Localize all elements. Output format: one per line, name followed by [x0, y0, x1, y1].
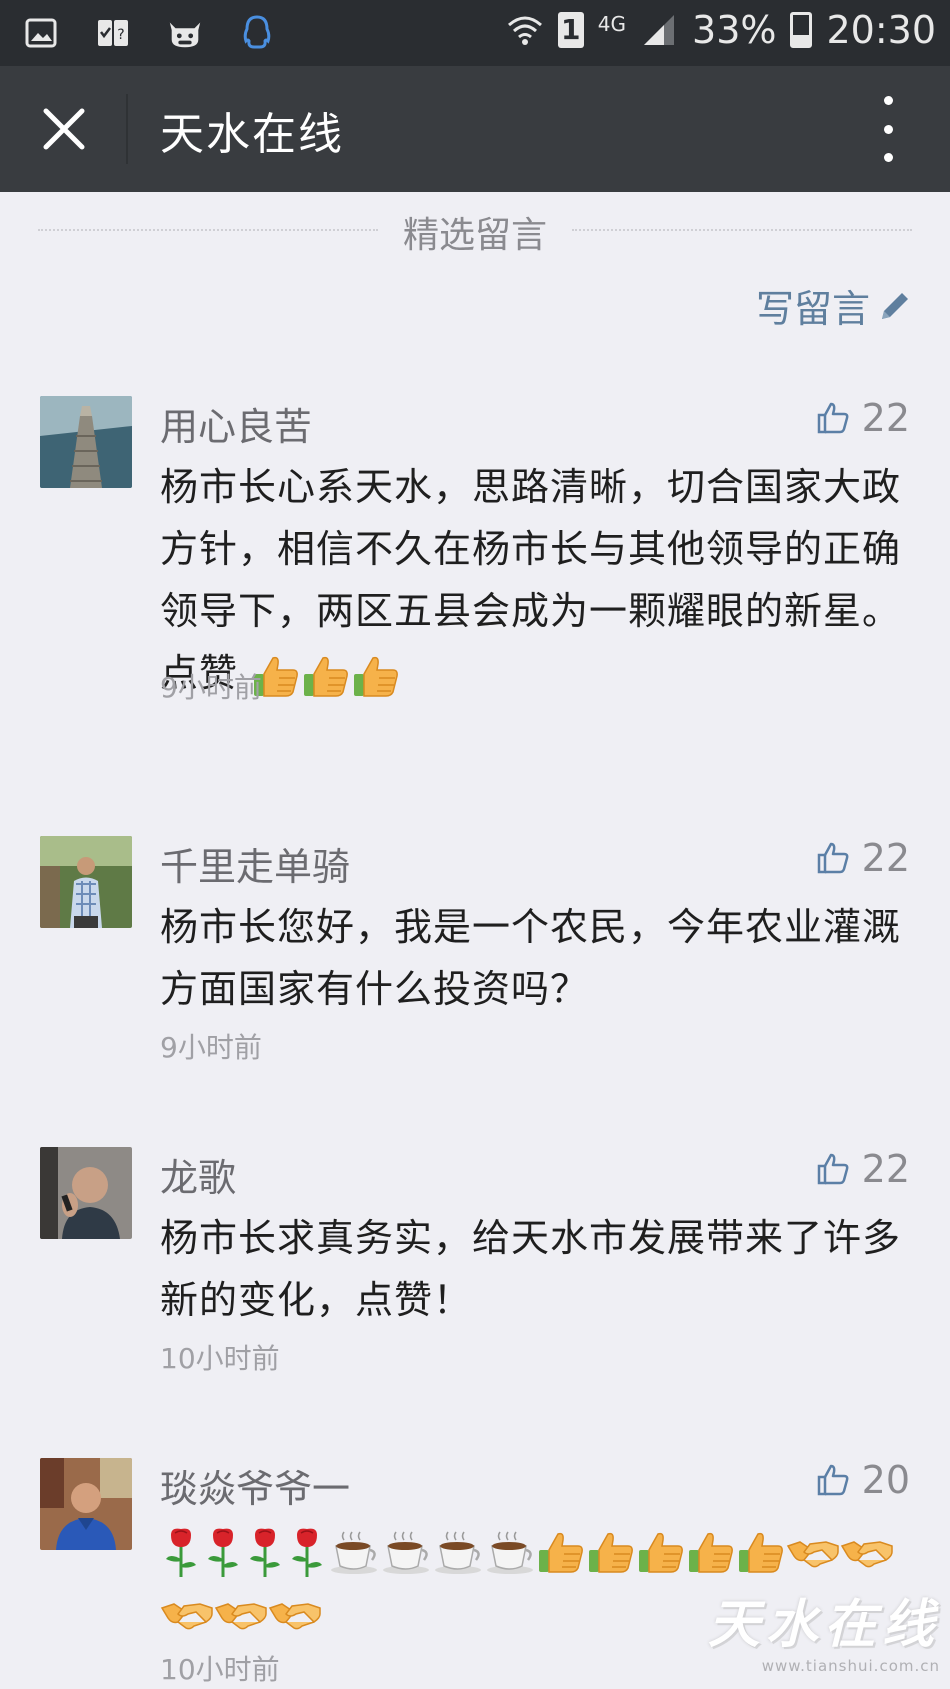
like-count: 22 [861, 396, 910, 440]
like-button[interactable]: 20 [816, 1458, 910, 1502]
commenter-name[interactable]: 琰焱爷爷一 [160, 1458, 350, 1513]
thumbs-up-emoji-icon [639, 1532, 683, 1573]
comment-body: 杨市长求真务实，给天水市发展带来了许多新的变化，点赞！ [160, 1216, 902, 1322]
close-button[interactable] [22, 92, 106, 166]
thumbs-up-emoji-icon [589, 1532, 633, 1573]
comment-time: 9小时前 [160, 671, 262, 704]
title-divider [126, 94, 128, 164]
comment-text: 杨市长求真务实，给天水市发展带来了许多新的变化，点赞！ [160, 1207, 910, 1331]
commenter-name[interactable]: 用心良苦 [160, 396, 312, 451]
avatar[interactable] [40, 1147, 132, 1239]
more-vertical-icon [883, 96, 893, 105]
qq-icon [238, 14, 276, 52]
comment-time: 9小时前 [160, 1031, 262, 1064]
thumbs-up-emoji-icon [739, 1532, 783, 1573]
rose-emoji-icon [166, 1528, 196, 1577]
emoji-row [251, 651, 401, 697]
thumbs-up-emoji-icon [354, 656, 399, 697]
coffee-emoji-icon [435, 1531, 481, 1574]
comment-text: 杨市长您好，我是一个农民，今年农业灌溉方面国家有什么投资吗？ [160, 896, 910, 1020]
svg-text:?: ? [117, 27, 124, 43]
close-icon [43, 108, 85, 150]
gallery-icon [22, 14, 60, 52]
comment-body: 杨市长您好，我是一个农民，今年农业灌溉方面国家有什么投资吗？ [160, 905, 902, 1011]
thumbs-up-outline-icon [817, 842, 849, 874]
like-count: 20 [861, 1458, 910, 1502]
handshake-emoji-icon [786, 1540, 839, 1567]
pencil-icon [882, 292, 908, 319]
network-type: 4G [597, 12, 627, 36]
like-button[interactable]: 22 [816, 836, 910, 880]
avatar[interactable] [40, 836, 132, 928]
rose-emoji-icon [292, 1528, 322, 1577]
clock: 20:30 [826, 8, 936, 52]
coffee-emoji-icon [331, 1531, 377, 1574]
divider-right [572, 229, 912, 231]
more-menu-button[interactable] [876, 96, 900, 162]
page-title: 天水在线 [160, 109, 344, 160]
like-count: 22 [861, 1147, 910, 1191]
handshake-emoji-icon [840, 1540, 893, 1567]
thumbs-up-emoji-icon [689, 1532, 733, 1573]
handshake-emoji-icon [160, 1602, 213, 1629]
avatar[interactable] [40, 396, 132, 488]
coffee-emoji-icon [487, 1531, 533, 1574]
write-comment-label: 写留言 [755, 287, 870, 331]
wifi-icon [506, 11, 544, 49]
like-button[interactable]: 22 [816, 396, 910, 440]
site-watermark: 天水在线 www.tianshui.com.cn [708, 1582, 940, 1675]
thumbs-up-emoji-icon [304, 656, 349, 697]
notification-icons: ? [22, 14, 276, 52]
like-button[interactable]: 22 [816, 1147, 910, 1191]
rose-emoji-icon [208, 1528, 238, 1577]
coffee-emoji-icon [383, 1531, 429, 1574]
thumbs-up-emoji-icon [539, 1532, 583, 1573]
title-bar: 天水在线 [0, 66, 950, 192]
comment-text: 杨市长心系天水，思路清晰，切合国家大政方针，相信不久在杨市长与其他领导的正确领导… [160, 456, 910, 704]
sim-toolkit-icon: ? [94, 14, 132, 52]
handshake-emoji-icon [268, 1602, 321, 1629]
commenter-name[interactable]: 龙歌 [160, 1147, 236, 1202]
section-title: 精选留言 [402, 215, 547, 256]
featured-comments-header: 精选留言 [38, 206, 912, 256]
write-comment-button[interactable]: 写留言 [756, 278, 912, 333]
rose-emoji-icon [250, 1528, 280, 1577]
cow-app-icon [166, 14, 204, 52]
thumbs-up-outline-icon [817, 1464, 849, 1496]
comment-time: 10小时前 [160, 1342, 280, 1375]
commenter-name[interactable]: 千里走单骑 [160, 836, 350, 891]
handshake-emoji-icon [214, 1602, 267, 1629]
avatar[interactable] [40, 1458, 132, 1550]
battery-icon [790, 12, 813, 48]
sim-slot-badge: 1 [557, 12, 584, 48]
thumbs-up-outline-icon [817, 1153, 849, 1185]
comment-time: 10小时前 [160, 1653, 280, 1686]
watermark-url: www.tianshui.com.cn [761, 1657, 940, 1675]
system-status: 1 4G 33% 20:30 [506, 8, 936, 52]
signal-icon [640, 11, 678, 49]
battery-percent: 33% [692, 8, 777, 52]
status-bar: ? 1 4G 33% 20:30 [0, 0, 950, 66]
thumbs-up-outline-icon [817, 402, 849, 434]
watermark-logo: 天水在线 [707, 1595, 940, 1655]
like-count: 22 [861, 836, 910, 880]
